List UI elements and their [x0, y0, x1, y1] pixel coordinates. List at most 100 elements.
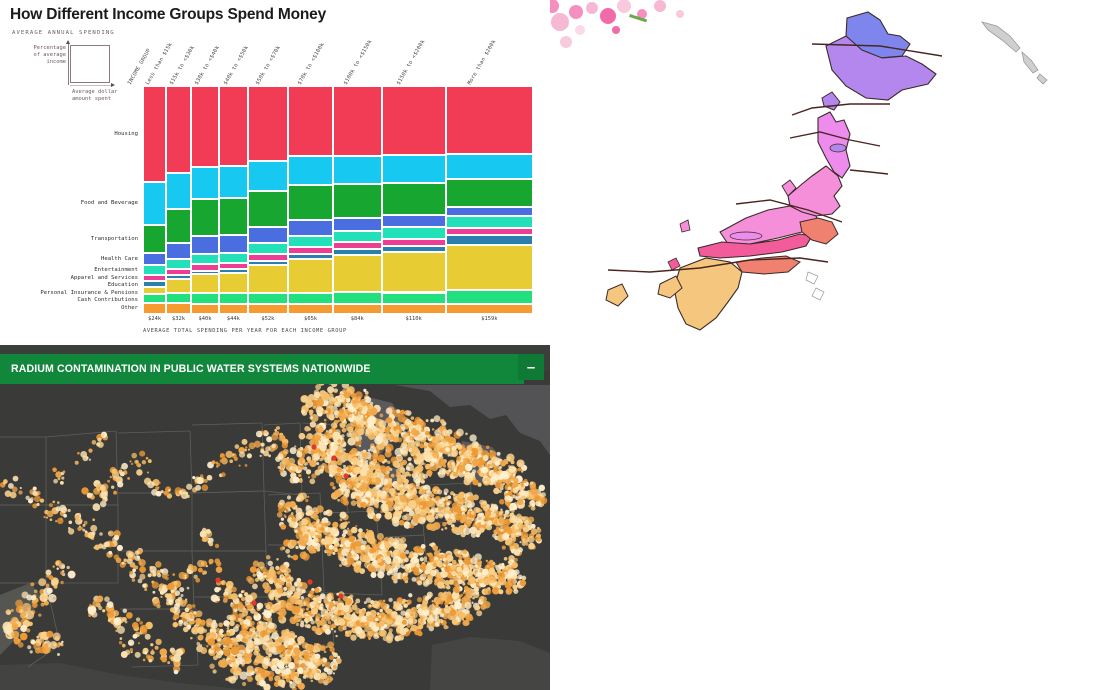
mosaic-cell[interactable] — [166, 292, 191, 304]
contamination-dot[interactable] — [48, 503, 53, 508]
contamination-dot[interactable] — [432, 451, 440, 459]
contamination-dot[interactable] — [506, 456, 512, 461]
contamination-dot[interactable] — [200, 647, 208, 655]
mosaic-cell[interactable] — [247, 86, 289, 162]
contamination-dot[interactable] — [154, 645, 159, 650]
mosaic-cell[interactable] — [288, 246, 333, 254]
contamination-dot[interactable] — [131, 622, 139, 629]
contamination-dot[interactable] — [357, 411, 363, 417]
contamination-dot[interactable] — [242, 653, 251, 662]
contamination-dot[interactable] — [462, 457, 468, 463]
contamination-dot[interactable] — [160, 595, 163, 599]
contamination-dot[interactable] — [517, 484, 522, 489]
contamination-dot[interactable] — [364, 490, 372, 498]
contamination-dot[interactable] — [218, 622, 224, 628]
contamination-dot[interactable] — [394, 537, 398, 541]
contamination-dot[interactable] — [310, 613, 313, 617]
contamination-dot[interactable] — [345, 480, 350, 485]
contamination-dot[interactable] — [324, 456, 332, 464]
contamination-dot[interactable] — [296, 577, 302, 583]
contamination-dot[interactable] — [426, 523, 434, 531]
contamination-dot[interactable] — [32, 602, 38, 608]
contamination-dot[interactable] — [295, 497, 301, 502]
contamination-dot[interactable] — [92, 503, 101, 511]
contamination-dot[interactable] — [38, 646, 46, 654]
contamination-dot[interactable] — [498, 489, 502, 494]
contamination-dot[interactable] — [510, 548, 516, 554]
contamination-dot[interactable] — [517, 547, 523, 553]
contamination-dot[interactable] — [252, 583, 258, 590]
contamination-dot[interactable] — [373, 634, 377, 637]
contamination-dot[interactable] — [132, 564, 137, 569]
contamination-dot[interactable] — [444, 513, 450, 519]
contamination-dot[interactable] — [247, 577, 255, 585]
contamination-dot[interactable] — [345, 630, 349, 634]
mosaic-cell[interactable] — [247, 161, 289, 191]
contamination-dot[interactable] — [173, 603, 181, 610]
contamination-dot[interactable] — [394, 498, 400, 504]
contamination-dot[interactable] — [219, 632, 223, 636]
contamination-dot[interactable] — [173, 580, 178, 586]
contamination-dot[interactable] — [164, 593, 170, 598]
contamination-dot[interactable] — [517, 498, 524, 506]
contamination-dot[interactable] — [511, 515, 518, 522]
contamination-dot[interactable] — [474, 605, 481, 611]
mosaic-cell[interactable] — [247, 293, 289, 304]
contamination-dot[interactable] — [385, 636, 393, 644]
mosaic-cell[interactable] — [288, 86, 333, 157]
contamination-dot[interactable] — [464, 601, 472, 610]
mosaic-cell[interactable] — [381, 238, 446, 246]
contamination-dot[interactable] — [316, 462, 320, 465]
contamination-dot[interactable] — [21, 602, 32, 613]
contamination-dot[interactable] — [350, 609, 353, 613]
contamination-dot[interactable] — [442, 557, 447, 562]
contamination-dot[interactable] — [253, 650, 259, 656]
mosaic-cell[interactable] — [381, 252, 446, 293]
contamination-dot[interactable] — [139, 566, 146, 573]
contamination-dot[interactable] — [19, 632, 28, 641]
contamination-dot[interactable] — [445, 470, 450, 475]
contamination-dot[interactable] — [180, 594, 184, 597]
contamination-dot[interactable] — [132, 633, 138, 639]
contamination-dot[interactable] — [530, 523, 536, 529]
contamination-dot[interactable] — [131, 578, 136, 582]
contamination-dot[interactable] — [388, 478, 392, 482]
contamination-dot[interactable] — [463, 527, 471, 536]
contamination-dot[interactable] — [334, 612, 338, 616]
contamination-dot[interactable] — [358, 484, 366, 492]
contamination-dot[interactable] — [472, 596, 475, 600]
contamination-dot[interactable] — [356, 424, 362, 430]
mosaic-cell[interactable] — [288, 303, 333, 314]
contamination-dot[interactable] — [507, 569, 515, 577]
contamination-dot[interactable] — [18, 638, 22, 642]
contamination-dot[interactable] — [268, 579, 274, 585]
contamination-dot[interactable] — [359, 407, 362, 411]
contamination-dot[interactable] — [389, 468, 393, 471]
contamination-dot[interactable] — [317, 625, 320, 629]
contamination-dot[interactable] — [375, 513, 382, 519]
contamination-dot[interactable] — [468, 616, 474, 621]
contamination-dot[interactable] — [431, 428, 435, 431]
contamination-dot[interactable] — [420, 616, 424, 620]
contamination-dot[interactable] — [379, 544, 385, 550]
contamination-dot[interactable] — [517, 531, 521, 536]
contamination-dot[interactable] — [46, 516, 49, 519]
contamination-dot[interactable] — [294, 617, 300, 623]
contamination-dot[interactable] — [184, 574, 187, 577]
contamination-dot[interactable] — [396, 409, 401, 414]
mosaic-cell[interactable] — [190, 86, 220, 168]
contamination-dot[interactable] — [26, 628, 31, 633]
contamination-dot[interactable] — [466, 518, 473, 525]
mosaic-cell[interactable] — [247, 254, 289, 261]
contamination-dot[interactable] — [276, 511, 283, 518]
contamination-dot[interactable] — [222, 457, 227, 462]
contamination-dot[interactable] — [390, 473, 395, 478]
contamination-dot[interactable] — [338, 618, 346, 626]
contamination-dot[interactable] — [135, 617, 141, 622]
contamination-dot[interactable] — [55, 506, 61, 512]
contamination-dot[interactable] — [316, 547, 321, 552]
contamination-dot[interactable] — [45, 569, 52, 576]
contamination-dot[interactable] — [371, 452, 379, 460]
contamination-dot[interactable] — [268, 454, 271, 458]
contamination-dot[interactable] — [339, 523, 346, 530]
